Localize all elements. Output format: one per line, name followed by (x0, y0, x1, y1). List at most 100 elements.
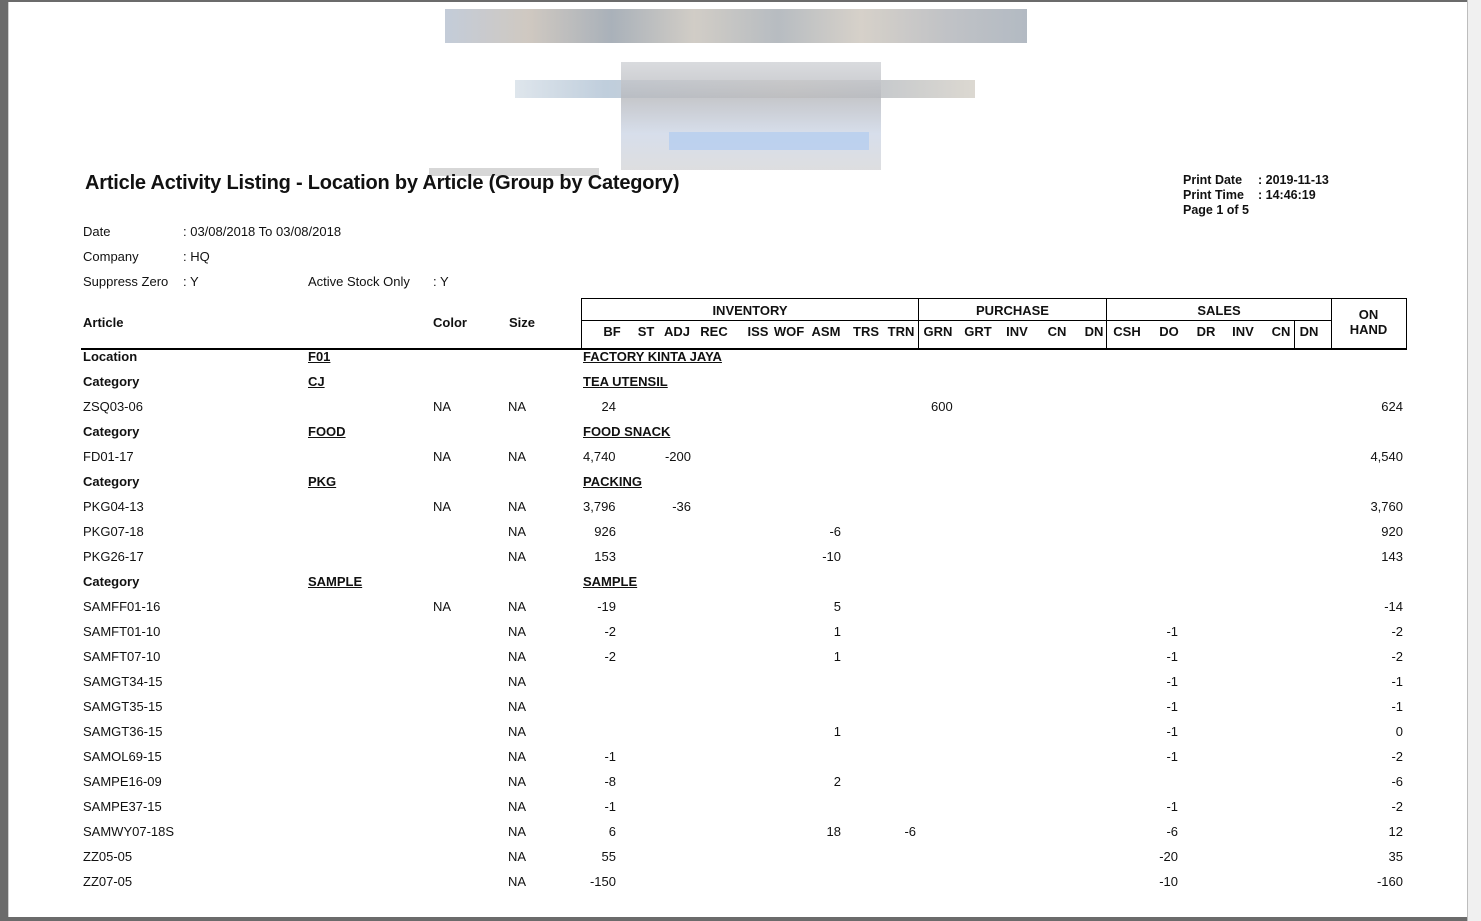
onhand-value: 12 (1388, 824, 1403, 839)
onhand-value: -2 (1391, 749, 1403, 764)
asm-value: 5 (833, 599, 841, 614)
location-label: Location (83, 349, 138, 364)
article-code: SAMGT35-15 (83, 699, 163, 714)
onhand-value: -14 (1384, 599, 1403, 614)
header-sub-adj-2: ADJ (663, 324, 690, 339)
header-sub-cn-18: CN (1271, 324, 1291, 339)
date-value: : 03/08/2018 To 03/08/2018 (183, 224, 342, 239)
category-name: FOOD SNACK (583, 424, 671, 439)
do-value: -1 (1166, 749, 1178, 764)
size-value: NA (508, 649, 527, 664)
category-code: SAMPLE (308, 574, 363, 589)
bf-value: 6 (608, 824, 616, 839)
asm-value: 1 (833, 624, 841, 639)
report-page: Article Activity Listing - Location by A… (8, 2, 1467, 917)
do-value: -6 (1166, 824, 1178, 839)
article-code: PKG26-17 (83, 549, 144, 564)
onhand-value: 0 (1395, 724, 1403, 739)
article-code: SAMFF01-16 (83, 599, 161, 614)
article-code: SAMFT01-10 (83, 624, 161, 639)
do-value: -1 (1166, 799, 1178, 814)
header-sub-wof-5: WOF (773, 324, 805, 339)
article-code: ZZ07-05 (83, 874, 133, 889)
bf-value: -8 (604, 774, 616, 789)
bf-value: -2 (604, 624, 616, 639)
article-code: SAMWY07-18S (83, 824, 175, 839)
do-value: -20 (1159, 849, 1178, 864)
header-sub-dn-13: DN (1084, 324, 1104, 339)
size-value: NA (508, 699, 527, 714)
onhand-value: -2 (1391, 799, 1403, 814)
suppress-zero-label: Suppress Zero (83, 274, 169, 289)
header-sub-inv-17: INV (1232, 324, 1254, 339)
do-value: -1 (1166, 674, 1178, 689)
size-value: NA (508, 599, 527, 614)
size-value: NA (508, 774, 527, 789)
article-code: SAMGT36-15 (83, 724, 163, 739)
category-label: Category (83, 574, 140, 589)
header-on: ON (1358, 307, 1379, 322)
article-code: SAMGT34-15 (83, 674, 163, 689)
header-sub-iss-4: ISS (747, 324, 769, 339)
category-label: Category (83, 424, 140, 439)
article-code: PKG07-18 (83, 524, 144, 539)
onhand-value: 143 (1381, 549, 1403, 564)
article-code: FD01-17 (83, 449, 134, 464)
article-code: ZZ05-05 (83, 849, 133, 864)
category-name: SAMPLE (583, 574, 638, 589)
asm-value: 1 (833, 649, 841, 664)
size-value: NA (508, 674, 527, 689)
onhand-value: 624 (1381, 399, 1403, 414)
asm-value: -10 (822, 549, 841, 564)
bf-value: 4,740 (583, 449, 616, 464)
onhand-value: 4,540 (1370, 449, 1403, 464)
size-value: NA (508, 799, 527, 814)
size-value: NA (508, 849, 527, 864)
bf-value: -1 (604, 799, 616, 814)
company-logo-blurred (9, 2, 1467, 176)
header-mid-rule (582, 320, 1331, 321)
size-value: NA (508, 549, 527, 564)
asm-value: -6 (829, 524, 841, 539)
header-sub-grt-10: GRT (964, 324, 992, 339)
header-sub-rec-3: REC (700, 324, 728, 339)
size-value: NA (508, 449, 527, 464)
onhand-value: -2 (1391, 624, 1403, 639)
asm-value: 1 (833, 724, 841, 739)
grn-value: 600 (931, 399, 953, 414)
color-value: NA (433, 449, 452, 464)
header-article: Article (83, 315, 124, 330)
category-code: PKG (308, 474, 337, 489)
size-value: NA (508, 399, 527, 414)
bf-value: 153 (594, 549, 616, 564)
header-size: Size (509, 315, 536, 330)
suppress-zero-value: : Y (183, 274, 199, 289)
onhand-value: 35 (1388, 849, 1403, 864)
article-code: ZSQ03-06 (83, 399, 143, 414)
active-stock-label: Active Stock Only (308, 274, 410, 289)
asm-value: 2 (833, 774, 841, 789)
st-value: -200 (664, 449, 691, 464)
header-hand: HAND (1349, 322, 1388, 337)
header-sub-cn-12: CN (1047, 324, 1067, 339)
header-sub-asm-6: ASM (811, 324, 841, 339)
do-value: -1 (1166, 649, 1178, 664)
header-inventory: INVENTORY (712, 303, 788, 318)
article-code: SAMPE16-09 (83, 774, 162, 789)
category-label: Category (83, 474, 140, 489)
header-sub-inv-11: INV (1006, 324, 1028, 339)
header-sub-do-15: DO (1159, 324, 1179, 339)
header-sub-trs-7: TRS (853, 324, 879, 339)
bf-value: 926 (594, 524, 616, 539)
window-right-edge (1467, 0, 1481, 921)
article-code: SAMFT07-10 (83, 649, 161, 664)
onhand-value: -1 (1391, 674, 1403, 689)
header-sub-dr-16: DR (1196, 324, 1216, 339)
do-value: -10 (1159, 874, 1178, 889)
category-code: CJ (308, 374, 325, 389)
st-value: -36 (672, 499, 691, 514)
onhand-value: -1 (1391, 699, 1403, 714)
category-code: FOOD (308, 424, 346, 439)
bf-value: -150 (589, 874, 616, 889)
article-code: SAMPE37-15 (83, 799, 162, 814)
